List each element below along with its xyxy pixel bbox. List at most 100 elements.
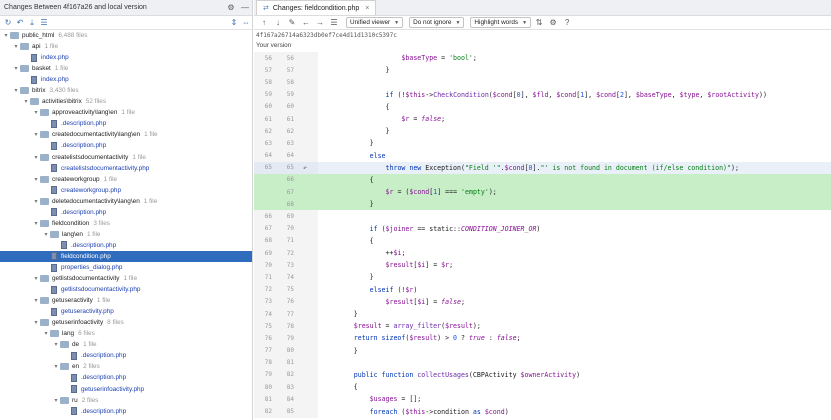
tree-folder-row[interactable]: ▾ createdocumentactivity\lang\en 1 file (0, 129, 252, 140)
tree-folder-row[interactable]: ▾ getlistsdocumentactivity 1 file (0, 273, 252, 284)
prev-diff-icon[interactable]: ↑ (258, 18, 270, 27)
chevron-down-icon[interactable]: ▾ (32, 297, 40, 304)
chevron-down-icon[interactable]: ▾ (12, 43, 20, 50)
code-text[interactable]: } (318, 271, 831, 283)
code-text[interactable]: } (318, 345, 831, 357)
chevron-down-icon[interactable]: ▾ (32, 154, 40, 161)
code-text[interactable]: } (318, 137, 831, 149)
back-icon[interactable]: ← (300, 18, 312, 27)
code-text[interactable] (318, 357, 831, 369)
code-text[interactable]: if (! $this -> CheckCondition($cond[0], $fl… (318, 89, 831, 101)
chevron-down-icon[interactable]: ▾ (32, 220, 40, 227)
tree-folder-row[interactable]: ▾ api 1 file (0, 41, 252, 52)
tree-file-row[interactable]: .description.php (0, 372, 252, 383)
chevron-down-icon[interactable]: ▾ (52, 341, 60, 348)
tree-folder-row[interactable]: ▾ lang\en 1 file (0, 229, 252, 240)
group-by-icon[interactable]: ☰ (38, 18, 50, 27)
chevron-down-icon[interactable]: ▾ (32, 109, 40, 116)
code-text[interactable]: { (318, 173, 831, 187)
gear-icon[interactable]: ⚙ (224, 3, 238, 12)
code-text[interactable]: } (318, 198, 831, 211)
code-text[interactable]: } (318, 64, 831, 76)
code-text[interactable] (318, 210, 831, 222)
tree-folder-row[interactable]: ▾ en 2 files (0, 361, 252, 372)
viewer-mode-select[interactable]: Unified viewer ▼ (346, 17, 404, 28)
chevron-down-icon[interactable]: ▾ (42, 330, 50, 337)
chevron-down-icon[interactable]: ▾ (22, 98, 30, 105)
code-text[interactable]: elseif (! $r) (318, 284, 831, 296)
tree-file-row[interactable]: index.php (0, 74, 252, 85)
code-text[interactable]: $r = false; (318, 113, 831, 125)
chevron-down-icon[interactable]: ▾ (12, 87, 20, 94)
tree-folder-row[interactable]: ▾ ru 2 files (0, 395, 252, 406)
tree-folder-row[interactable]: ▾ activities\bitrix 52 files (0, 96, 252, 107)
revert-change-icon[interactable]: ↶ (298, 164, 312, 172)
tree-folder-row[interactable]: ▾ getuseractivity 1 file (0, 295, 252, 306)
chevron-down-icon[interactable]: ▾ (52, 363, 60, 370)
code-text[interactable]: $result = array_filter($result); (318, 320, 831, 332)
refresh-icon[interactable]: ↻ (2, 18, 14, 27)
chevron-down-icon[interactable]: ▾ (32, 275, 40, 282)
tree-folder-row[interactable]: ▾ createlistsdocumentactivity 1 file (0, 152, 252, 163)
tree-folder-row[interactable]: ▾ createworkgroup 1 file (0, 174, 252, 185)
tree-file-row[interactable]: .description.php (0, 207, 252, 218)
tab-fieldcondition[interactable]: ⇄ Changes: fieldcondition.php × (256, 0, 377, 15)
help-icon[interactable]: ? (561, 18, 573, 27)
tree-file-row[interactable]: .description.php (0, 240, 252, 251)
tree-file-row[interactable]: createworkgroup.php (0, 185, 252, 196)
jump-to-source-icon[interactable]: ✎ (286, 18, 298, 27)
chevron-down-icon[interactable]: ▾ (32, 198, 40, 205)
tree-file-row[interactable]: fieldcondition.php (0, 250, 252, 262)
tree-file-row[interactable]: .description.php (0, 118, 252, 129)
code-text[interactable]: $r = ($cond[1] === 'empty'); (318, 186, 831, 199)
tree-file-row[interactable]: .description.php (0, 140, 252, 151)
collapse-unchanged-icon[interactable]: ⇅ (533, 18, 545, 27)
download-icon[interactable]: ⤓ (26, 18, 38, 28)
chevron-down-icon[interactable]: ▾ (2, 32, 10, 39)
tree-folder-row[interactable]: ▾ public_html 6,488 files (0, 30, 252, 41)
chevron-down-icon[interactable]: ▾ (42, 231, 50, 238)
minimize-icon[interactable]: — (238, 3, 252, 12)
code-text[interactable]: ++ $i; (318, 247, 831, 259)
highlight-mode-select[interactable]: Highlight words ▼ (470, 17, 532, 28)
code-text[interactable]: $usages = []; (318, 393, 831, 405)
close-icon[interactable]: × (365, 5, 369, 12)
tree-file-row[interactable]: getlistsdocumentactivity.php (0, 284, 252, 295)
code-text[interactable]: $result[$i] = $r; (318, 259, 831, 271)
code-text[interactable]: $baseType = 'bool'; (318, 52, 831, 64)
tree-folder-row[interactable]: ▾ de 1 file (0, 339, 252, 350)
list-icon[interactable]: ☰ (328, 18, 340, 27)
code-text[interactable]: $result[$i] = false; (318, 296, 831, 308)
tree-file-row[interactable]: getuserinfoactivity.php (0, 384, 252, 395)
code-text[interactable]: if ($joiner == static:: CONDITION_JOINER_… (318, 223, 831, 235)
ignore-mode-select[interactable]: Do not ignore ▼ (409, 17, 465, 28)
code-text[interactable]: } (318, 308, 831, 320)
code-text[interactable]: foreach ($this ->condition as $cond) (318, 405, 831, 417)
expand-all-icon[interactable]: ⇕ (228, 18, 240, 27)
next-diff-icon[interactable]: ↓ (272, 18, 284, 27)
chevron-down-icon[interactable]: ▾ (12, 65, 20, 72)
code-text[interactable]: return sizeof($result) > 0 ? true : fals… (318, 332, 831, 344)
chevron-down-icon[interactable]: ▾ (52, 397, 60, 404)
tree-file-row[interactable]: index.php (0, 52, 252, 63)
collapse-all-icon[interactable]: ⇔ (240, 18, 252, 27)
code-text[interactable]: } (318, 125, 831, 137)
tree-file-row[interactable]: getuseractivity.php (0, 306, 252, 317)
tree-file-row[interactable]: .description.php (0, 406, 252, 417)
tree-folder-row[interactable]: ▾ basket 1 file (0, 63, 252, 74)
code-text[interactable]: else (318, 150, 831, 162)
tree-folder-row[interactable]: ▾ lang 6 files (0, 328, 252, 339)
tree-folder-row[interactable]: ▾ approveactivity\lang\en 1 file (0, 107, 252, 118)
chevron-down-icon[interactable]: ▾ (32, 176, 40, 183)
tree-file-row[interactable]: properties_dialog.php (0, 262, 252, 273)
tree-folder-row[interactable]: ▾ fieldcondition 3 files (0, 218, 252, 229)
code-text[interactable]: public function collectUsages (CBPActivit… (318, 369, 831, 381)
gear-icon[interactable]: ⚙ (547, 18, 559, 27)
tree-file-row[interactable]: .description.php (0, 350, 252, 361)
tree-folder-row[interactable]: ▾ bitrix 3,430 files (0, 85, 252, 96)
code-text[interactable] (318, 76, 831, 88)
tree-file-row[interactable]: createlistsdocumentactivity.php (0, 163, 252, 174)
tree-folder-row[interactable]: ▾ getuserinfoactivity 8 files (0, 317, 252, 328)
forward-icon[interactable]: → (314, 18, 326, 27)
code-text[interactable]: throw new Exception("Field '". $cond[0]. "… (318, 161, 831, 174)
